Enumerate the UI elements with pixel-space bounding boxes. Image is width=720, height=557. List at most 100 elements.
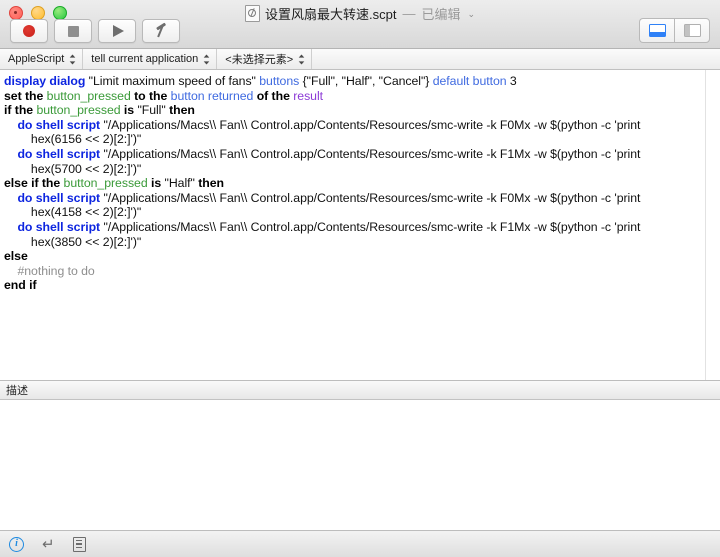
code-token: hex(6156 << 2)[2:]')" bbox=[4, 132, 142, 147]
code-line: hex(3850 << 2)[2:]')" bbox=[4, 235, 720, 250]
code-token: else bbox=[4, 249, 28, 264]
maximize-button[interactable] bbox=[53, 6, 67, 20]
code-token: then bbox=[169, 103, 195, 118]
compile-button[interactable] bbox=[142, 19, 180, 43]
description-tab-label: 描述 bbox=[6, 385, 28, 397]
code-token: do shell script bbox=[4, 117, 104, 132]
view-toggle-group bbox=[639, 18, 710, 43]
code-token: "/Applications/Macs\\ Fan\\ Control.app/… bbox=[103, 219, 641, 234]
code-token: is bbox=[151, 176, 165, 191]
code-line: if the button_pressed is "Full" then bbox=[4, 103, 720, 118]
updown-chevron-icon bbox=[298, 54, 305, 65]
toggle-side-panel-button[interactable] bbox=[674, 18, 710, 43]
code-token: display dialog bbox=[4, 74, 89, 88]
code-token: buttons bbox=[259, 74, 303, 88]
navigation-bar: AppleScript tell current application <未选… bbox=[0, 49, 720, 70]
target-popup-button[interactable]: tell current application bbox=[83, 49, 218, 69]
return-arrow-icon: ↵ bbox=[42, 535, 55, 553]
code-line: do shell script "/Applications/Macs\\ Fa… bbox=[4, 118, 720, 133]
updown-chevron-icon bbox=[69, 54, 76, 65]
record-icon bbox=[23, 25, 35, 37]
navbar-spacer bbox=[312, 49, 720, 69]
title-bar: 设置风扇最大转速.scpt — 已编辑 ⌄ bbox=[0, 0, 720, 49]
code-token: #nothing to do bbox=[4, 263, 95, 278]
code-token: "Limit maximum speed of fans" bbox=[88, 74, 260, 88]
updown-chevron-glyph bbox=[203, 54, 210, 64]
info-icon: i bbox=[9, 536, 24, 552]
updown-chevron-glyph bbox=[298, 54, 305, 64]
code-token: do shell script bbox=[4, 219, 104, 234]
document-filename: 设置风扇最大转速.scpt bbox=[264, 7, 397, 22]
code-token: to the bbox=[134, 88, 171, 103]
code-line: #nothing to do bbox=[4, 264, 720, 279]
target-popup-label: tell current application bbox=[91, 53, 199, 65]
code-line: do shell script "/Applications/Macs\\ Fa… bbox=[4, 147, 720, 162]
minimize-button[interactable] bbox=[31, 6, 45, 20]
code-token: if the bbox=[4, 103, 37, 118]
code-token: else if the bbox=[4, 176, 64, 191]
result-button[interactable]: ↵ bbox=[42, 537, 55, 552]
code-token: button_pressed bbox=[36, 103, 124, 118]
code-token: "/Applications/Macs\\ Fan\\ Control.app/… bbox=[103, 190, 641, 205]
document-edited-status: 已编辑 bbox=[421, 7, 461, 22]
code-line: hex(6156 << 2)[2:]')" bbox=[4, 132, 720, 147]
code-token: 3 bbox=[509, 74, 517, 88]
code-line: do shell script "/Applications/Macs\\ Fa… bbox=[4, 191, 720, 206]
description-tab[interactable]: 描述 bbox=[0, 381, 720, 400]
code-token: do shell script bbox=[4, 146, 104, 161]
bottom-panel-icon bbox=[648, 24, 666, 37]
source-code[interactable]: display dialog "Limit maximum speed of f… bbox=[0, 70, 720, 293]
editor-right-divider bbox=[705, 70, 706, 380]
code-line: else if the button_pressed is "Half" the… bbox=[4, 176, 720, 191]
code-token: hex(5700 << 2)[2:]')" bbox=[4, 161, 142, 176]
language-popup-label: AppleScript bbox=[8, 53, 65, 65]
code-line: hex(4158 << 2)[2:]')" bbox=[4, 205, 720, 220]
code-line: do shell script "/Applications/Macs\\ Fa… bbox=[4, 220, 720, 235]
code-token: hex(3850 << 2)[2:]')" bbox=[4, 234, 142, 249]
toggle-bottom-panel-button[interactable] bbox=[639, 18, 674, 43]
element-popup-label: <未选择元素> bbox=[225, 54, 294, 66]
hammer-icon bbox=[153, 22, 169, 39]
code-line: display dialog "Limit maximum speed of f… bbox=[4, 74, 720, 89]
code-token: "/Applications/Macs\\ Fan\\ Control.app/… bbox=[103, 146, 641, 161]
updown-chevron-icon bbox=[203, 54, 210, 65]
chevron-down-icon[interactable]: ⌄ bbox=[467, 9, 475, 20]
code-token: result bbox=[293, 88, 324, 103]
code-token: hex(4158 << 2)[2:]')" bbox=[4, 205, 142, 220]
run-button[interactable] bbox=[98, 19, 136, 43]
toolbar-buttons bbox=[10, 19, 180, 43]
close-button[interactable] bbox=[9, 6, 23, 20]
code-token: button_pressed bbox=[63, 176, 151, 191]
script-editor-window: 设置风扇最大转速.scpt — 已编辑 ⌄ AppleScript tell c… bbox=[0, 0, 720, 557]
description-content[interactable] bbox=[0, 400, 720, 531]
document-list-icon bbox=[72, 536, 86, 552]
element-popup-button[interactable]: <未选择元素> bbox=[217, 49, 313, 69]
title-separator: — bbox=[402, 6, 416, 21]
window-controls bbox=[9, 6, 67, 20]
record-button[interactable] bbox=[10, 19, 48, 43]
code-token: {"Full", "Half", "Cancel"} bbox=[302, 74, 433, 88]
code-line: hex(5700 << 2)[2:]')" bbox=[4, 162, 720, 177]
code-line: end if bbox=[4, 278, 720, 293]
script-editor-pane[interactable]: display dialog "Limit maximum speed of f… bbox=[0, 70, 720, 381]
code-token: end if bbox=[4, 278, 37, 293]
code-line: set the button_pressed to the button ret… bbox=[4, 89, 720, 104]
side-panel-icon bbox=[683, 24, 701, 37]
info-button[interactable]: i bbox=[9, 536, 24, 552]
code-token: "Half" bbox=[164, 176, 199, 191]
code-token: button_pressed bbox=[46, 88, 135, 103]
language-popup-button[interactable]: AppleScript bbox=[0, 49, 84, 69]
stop-icon bbox=[67, 25, 79, 37]
code-token: do shell script bbox=[4, 190, 104, 205]
code-token: default button bbox=[432, 74, 510, 88]
log-button[interactable] bbox=[72, 536, 86, 552]
status-bar: i ↵ bbox=[0, 531, 720, 557]
code-token: button returned bbox=[170, 88, 257, 103]
code-token: is bbox=[123, 103, 138, 118]
updown-chevron-glyph bbox=[69, 54, 76, 64]
script-document-icon bbox=[244, 5, 260, 22]
code-token: then bbox=[198, 176, 224, 191]
play-icon bbox=[113, 25, 124, 37]
stop-button[interactable] bbox=[54, 19, 92, 43]
code-token: of the bbox=[256, 88, 294, 103]
